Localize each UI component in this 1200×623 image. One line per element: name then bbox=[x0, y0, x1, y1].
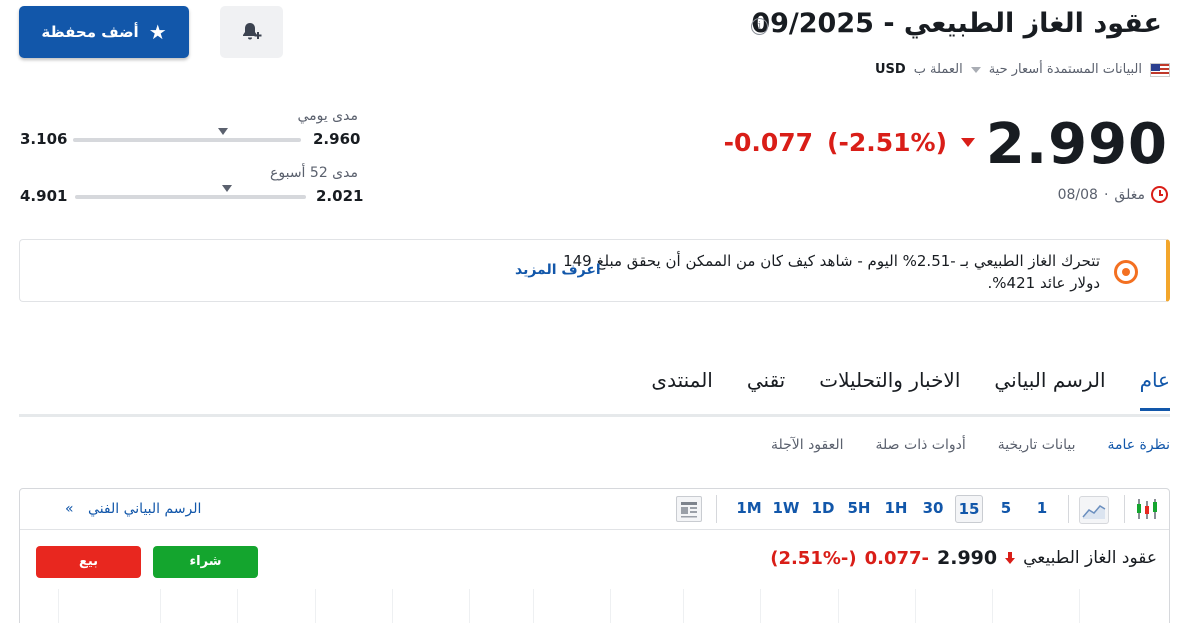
candlestick-icon[interactable] bbox=[1135, 497, 1159, 525]
daily-range-high: 3.106 bbox=[20, 130, 68, 148]
learn-more-link[interactable]: اعرف المزيد bbox=[515, 262, 601, 278]
toolbar-separator bbox=[1124, 495, 1125, 523]
chart-price: 2.990 bbox=[937, 547, 998, 569]
daily-range-marker bbox=[218, 128, 229, 135]
market-status: مغلق · 08/08 bbox=[1058, 186, 1168, 203]
subtab-historical-data[interactable]: بيانات تاريخية bbox=[998, 437, 1076, 453]
chart-gridline bbox=[838, 589, 839, 623]
subtab-overview[interactable]: نظرة عامة bbox=[1107, 437, 1170, 453]
chart-header: عقود الغاز الطبيعي 2.990 -0.077 (-2.51%) bbox=[770, 547, 1157, 569]
chart-gridline bbox=[58, 589, 59, 623]
status-label: مغلق bbox=[1114, 186, 1145, 203]
tab-chart[interactable]: الرسم البياني bbox=[994, 368, 1105, 411]
down-arrow-icon bbox=[1005, 552, 1016, 564]
chart-gridline bbox=[915, 589, 916, 623]
chart-gridline bbox=[315, 589, 316, 623]
tab-general[interactable]: عام bbox=[1139, 368, 1170, 411]
timeframe-1d[interactable]: 1D bbox=[807, 495, 839, 523]
add-alert-button[interactable] bbox=[220, 6, 283, 58]
double-chevron-icon: » bbox=[65, 501, 74, 517]
chart-gridline bbox=[160, 589, 161, 623]
timeframe-1m[interactable]: 1M bbox=[732, 495, 766, 523]
week52-range-label: مدى 52 أسبوع bbox=[270, 165, 358, 181]
target-icon bbox=[1114, 260, 1138, 284]
timeframe-1[interactable]: 1 bbox=[1028, 495, 1056, 523]
chart-gridline bbox=[1079, 589, 1080, 623]
week52-range-track bbox=[75, 195, 306, 199]
subtab-related-instruments[interactable]: أدوات ذات صلة bbox=[876, 437, 966, 453]
bell-plus-icon bbox=[242, 23, 261, 40]
daily-range-low: 2.960 bbox=[313, 130, 361, 148]
chevron-down-icon[interactable] bbox=[970, 66, 981, 73]
chart-gridline bbox=[469, 589, 470, 623]
tab-news-analysis[interactable]: الاخبار والتحليلات bbox=[819, 368, 960, 411]
chart-gridline bbox=[610, 589, 611, 623]
last-price: 2.990 bbox=[985, 112, 1168, 177]
buy-button[interactable]: شراء bbox=[153, 546, 258, 578]
timeframe-1w[interactable]: 1W bbox=[769, 495, 803, 523]
subtab-futures-contracts[interactable]: العقود الآجلة bbox=[771, 437, 844, 453]
clock-icon bbox=[1151, 186, 1168, 203]
sub-tabs: نظرة عامة بيانات تاريخية أدوات ذات صلة ا… bbox=[771, 437, 1170, 453]
chart-gridline bbox=[992, 589, 993, 623]
sell-button[interactable]: بيع bbox=[36, 546, 141, 578]
tab-forum[interactable]: المنتدى bbox=[651, 368, 712, 411]
chart-gridline bbox=[237, 589, 238, 623]
currency-label: العملة ب bbox=[913, 62, 963, 77]
tabs-divider bbox=[19, 414, 1170, 417]
week52-range-marker bbox=[222, 185, 233, 192]
add-portfolio-button[interactable]: ★ أضف محفظة bbox=[19, 6, 189, 58]
technical-chart-link-label: الرسم البياني الفني bbox=[88, 501, 202, 517]
change-value: -0.077 bbox=[723, 128, 814, 157]
chart-gridline bbox=[760, 589, 761, 623]
currency-value: USD bbox=[874, 62, 906, 77]
news-layout-icon[interactable] bbox=[676, 496, 702, 522]
area-chart-icon[interactable] bbox=[1079, 496, 1109, 524]
timeframe-5[interactable]: 5 bbox=[992, 495, 1020, 523]
chart-instrument-name: عقود الغاز الطبيعي bbox=[1023, 548, 1157, 568]
change-percent: (-2.51%) bbox=[827, 128, 947, 157]
us-flag-icon bbox=[1150, 62, 1170, 77]
tab-technical[interactable]: تقني bbox=[747, 368, 785, 411]
data-source[interactable]: البيانات المستمدة أسعار حية bbox=[989, 62, 1142, 77]
page-title: عقود الغاز الطبيعي - 09/2025 bbox=[751, 8, 1162, 39]
chart-gridline bbox=[392, 589, 393, 623]
status-separator: · bbox=[1103, 186, 1109, 203]
toolbar-separator bbox=[1068, 495, 1069, 523]
daily-range-label: مدى يومي bbox=[297, 108, 358, 124]
price-change: -0.077 (-2.51%) bbox=[724, 128, 975, 157]
chart-panel: 1 5 15 30 1H 5H 1D 1W 1M الرسم البياني ا… bbox=[19, 488, 1170, 623]
chart-change-percent: (-2.51%) bbox=[770, 547, 857, 569]
promo-text: تتحرك الغاز الطبيعي بـ -2.51% اليوم - شا… bbox=[563, 252, 1100, 292]
week52-range-high: 4.901 bbox=[20, 187, 68, 205]
star-icon: ★ bbox=[148, 20, 167, 44]
chart-gridline bbox=[683, 589, 684, 623]
toolbar-separator bbox=[716, 495, 717, 523]
quote-subbar: البيانات المستمدة أسعار حية العملة ب USD bbox=[875, 62, 1170, 77]
info-icon[interactable]: i bbox=[751, 18, 768, 35]
chart-gridline bbox=[533, 589, 534, 623]
timeframe-30[interactable]: 30 bbox=[917, 495, 949, 523]
promo-banner: تتحرك الغاز الطبيعي بـ -2.51% اليوم - شا… bbox=[19, 239, 1170, 302]
daily-range-track bbox=[73, 138, 301, 142]
main-tabs: عام الرسم البياني الاخبار والتحليلات تقن… bbox=[651, 368, 1170, 411]
status-date: 08/08 bbox=[1057, 186, 1098, 203]
down-arrow-icon bbox=[961, 138, 975, 147]
chart-toolbar: 1 5 15 30 1H 5H 1D 1W 1M الرسم البياني ا… bbox=[20, 489, 1169, 530]
timeframe-15[interactable]: 15 bbox=[955, 495, 983, 523]
chart-change: -0.077 bbox=[864, 547, 930, 569]
add-portfolio-label: أضف محفظة bbox=[41, 23, 139, 41]
technical-chart-link[interactable]: الرسم البياني الفني » bbox=[65, 501, 201, 517]
timeframe-5h[interactable]: 5H bbox=[843, 495, 875, 523]
timeframe-1h[interactable]: 1H bbox=[880, 495, 912, 523]
week52-range-low: 2.021 bbox=[316, 187, 364, 205]
